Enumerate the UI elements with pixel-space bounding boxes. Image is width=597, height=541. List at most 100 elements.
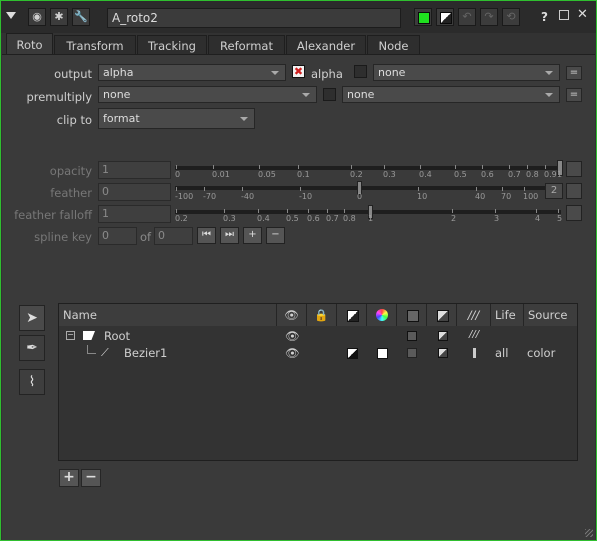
blend-icon[interactable] <box>438 331 448 341</box>
premultiply-extra-checkbox[interactable] <box>323 88 336 101</box>
green-swatch-icon <box>418 12 430 24</box>
node-color-button[interactable] <box>414 8 432 26</box>
feather-falloff-slider[interactable]: 0.2 0.3 0.4 0.5 0.6 0.7 0.8 1 2 3 4 5 <box>175 202 563 224</box>
center-node-button[interactable]: ◉ <box>28 8 46 26</box>
next-key-button[interactable]: ⏭ <box>220 227 239 244</box>
opacity-tick-label: 0.6 <box>481 170 494 179</box>
feather-tick-label: 70 <box>501 192 512 201</box>
opacity-field[interactable]: 1 <box>98 161 171 179</box>
falloff-tick-mark <box>308 209 309 213</box>
column-name[interactable]: Name <box>59 304 277 326</box>
column-color[interactable] <box>367 304 397 326</box>
life-value[interactable]: all <box>495 346 508 360</box>
output-extra-checkbox[interactable] <box>354 65 367 78</box>
source-value[interactable]: color <box>527 346 555 360</box>
resize-grip-icon[interactable] <box>585 529 593 537</box>
splinekey-total-field[interactable]: 0 <box>154 227 193 245</box>
tree-row-bezier1[interactable]: ⟋ Bezier1 👁 all color <box>59 345 577 362</box>
output-dropdown[interactable]: alpha <box>98 64 286 81</box>
remove-layer-button[interactable]: − <box>81 469 101 487</box>
premultiply-extra-dropdown[interactable]: none <box>342 86 560 103</box>
premultiply-link-button[interactable]: = <box>566 88 582 102</box>
motionblur-bar-icon[interactable] <box>473 348 476 358</box>
feather-label: feather <box>50 186 92 200</box>
falloff-tick-label: 0.6 <box>307 214 320 223</box>
column-lock[interactable]: 🔒 <box>307 304 337 326</box>
overlay-color-button[interactable] <box>436 8 454 26</box>
falloff-animate-button[interactable] <box>566 205 582 221</box>
invert-icon[interactable] <box>407 331 417 341</box>
blend-icon[interactable] <box>438 348 448 358</box>
feather-falloff-field[interactable]: 1 <box>98 205 171 223</box>
collapse-arrow-icon[interactable] <box>6 12 16 19</box>
tab-alexander[interactable]: Alexander <box>286 35 366 55</box>
output-link-button[interactable]: = <box>566 66 582 80</box>
remove-key-button[interactable]: − <box>266 227 285 244</box>
column-life[interactable]: Life <box>491 304 524 326</box>
column-visibility[interactable]: 👁 <box>277 304 307 326</box>
opacity-tick-label: 0.9 <box>544 170 557 179</box>
column-motionblur[interactable]: /// <box>457 304 491 326</box>
float-panel-icon[interactable] <box>559 10 569 20</box>
opacity-slider[interactable]: 0 0.01 0.05 0.1 0.2 0.3 0.4 0.5 0.6 0.7 0.8 0.9 1 <box>175 158 563 180</box>
bezier-edit-tool-button[interactable]: ⌇ <box>19 369 45 395</box>
alpha-check-label: alpha <box>311 67 343 81</box>
eye-icon[interactable]: 👁 <box>285 346 300 360</box>
color-wheel-icon <box>376 309 388 321</box>
column-invert[interactable] <box>397 304 427 326</box>
opacity-tick-mark <box>509 165 510 169</box>
falloff-tick-label: 0.3 <box>223 214 236 223</box>
close-icon[interactable]: ✕ <box>577 7 588 22</box>
tab-roto[interactable]: Roto <box>6 33 53 55</box>
tree-branch-line <box>87 345 96 354</box>
feather-animate-button[interactable] <box>566 183 582 199</box>
overlay-color-swatch[interactable] <box>347 348 358 359</box>
redo-button[interactable]: ↷ <box>480 8 498 26</box>
feather-tick-label: -70 <box>203 192 217 201</box>
collapse-minus-icon[interactable]: − <box>66 331 75 340</box>
folder-icon <box>83 331 95 340</box>
prev-key-icon: ⏮ <box>202 229 211 240</box>
clipto-dropdown[interactable]: format <box>98 108 255 129</box>
add-key-button[interactable]: + <box>243 227 262 244</box>
column-blend[interactable] <box>427 304 457 326</box>
revert-button[interactable]: ⟲ <box>502 8 520 26</box>
mask-button[interactable]: ✱ <box>50 8 68 26</box>
feather-slider[interactable]: -100 -70 -40 -10 0 10 40 70 100 <box>175 180 545 202</box>
select-tool-button[interactable]: ➤ <box>19 305 45 331</box>
invert-icon[interactable] <box>407 348 417 358</box>
tab-node[interactable]: Node <box>367 35 420 55</box>
feather-field[interactable]: 0 <box>98 183 171 201</box>
pointer-arrow-icon: ➤ <box>26 310 38 326</box>
layer-tree: Name 👁 🔒 /// Life Source − Root 👁 /// ⟋ … <box>58 303 578 461</box>
opacity-tick-mark <box>176 165 177 169</box>
node-properties-panel: ◉ ✱ 🔧 A_roto2 ↶ ↷ ⟲ ? ✕ Roto Transform T… <box>0 0 597 541</box>
gizmo-button[interactable]: 🔧 <box>72 8 90 26</box>
premultiply-dropdown[interactable]: none <box>98 86 317 103</box>
shape-color-swatch[interactable] <box>377 348 388 359</box>
motionblur-icon[interactable]: /// <box>469 329 479 340</box>
prev-key-button[interactable]: ⏮ <box>197 227 216 244</box>
feather-dimension-button[interactable]: 2 <box>545 183 563 199</box>
tab-transform[interactable]: Transform <box>54 35 136 55</box>
column-source[interactable]: Source <box>524 304 577 326</box>
alpha-checkbox[interactable]: ✖ <box>292 65 305 78</box>
output-extra-dropdown[interactable]: none <box>373 64 560 81</box>
column-overlay[interactable] <box>337 304 367 326</box>
opacity-tick-label: 0.8 <box>526 170 539 179</box>
add-layer-button[interactable]: + <box>59 469 79 487</box>
falloff-tick-label: 0.7 <box>326 214 339 223</box>
opacity-animate-button[interactable] <box>566 161 582 177</box>
help-button[interactable]: ? <box>541 10 548 24</box>
node-name-field[interactable]: A_roto2 <box>107 8 401 28</box>
opacity-tick-mark <box>351 165 352 169</box>
feather-tick-label: 40 <box>475 192 486 201</box>
tab-reformat[interactable]: Reformat <box>208 35 285 55</box>
undo-button[interactable]: ↶ <box>458 8 476 26</box>
eye-icon[interactable]: 👁 <box>285 329 300 343</box>
pen-tool-button[interactable]: ✒ <box>19 335 45 361</box>
opacity-tick-mark <box>298 165 299 169</box>
tab-tracking[interactable]: Tracking <box>137 35 207 55</box>
splinekey-field[interactable]: 0 <box>98 227 137 245</box>
tree-row-root[interactable]: − Root 👁 /// <box>59 328 577 345</box>
